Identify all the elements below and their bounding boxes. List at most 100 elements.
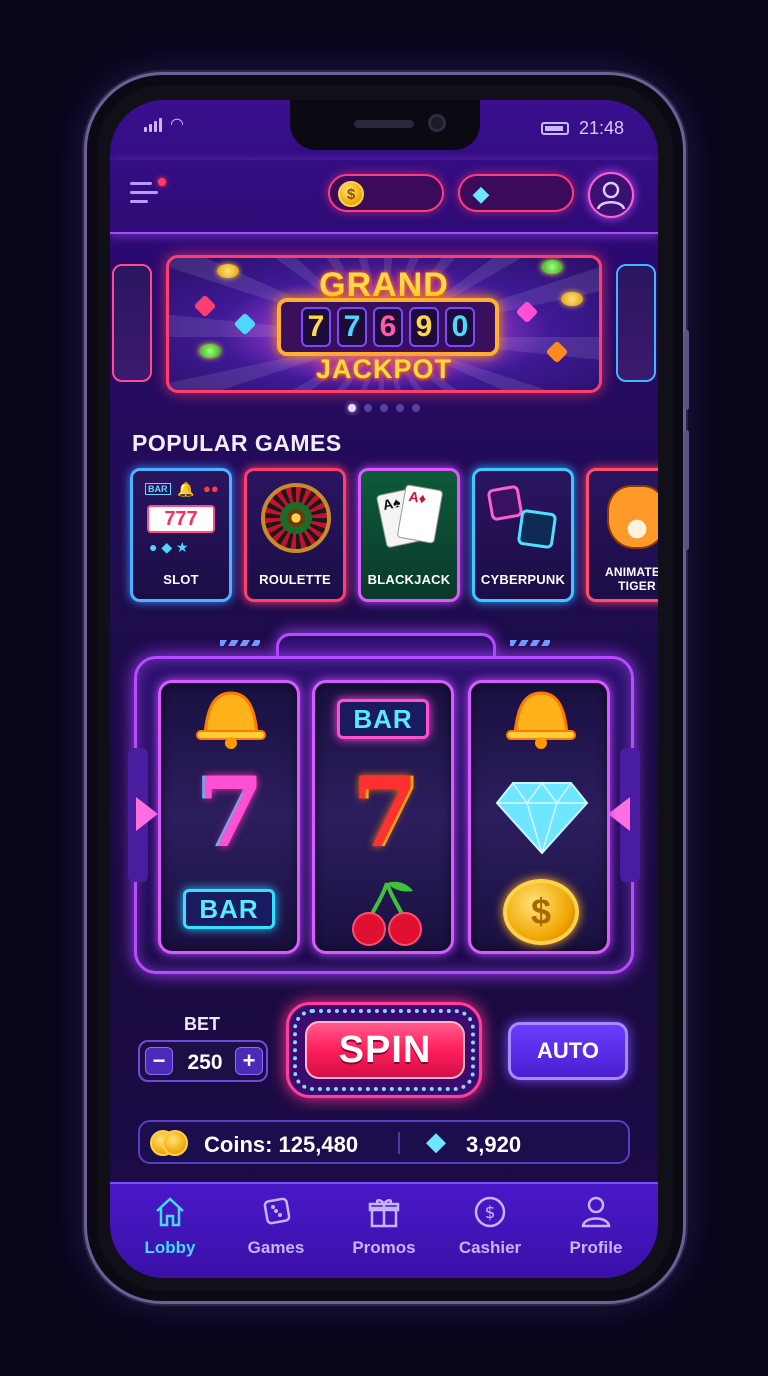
slot-reel-3: $: [468, 680, 610, 954]
carousel-dots: [110, 404, 658, 412]
slot-reel-1: 7 BAR: [158, 680, 300, 954]
home-icon: [152, 1194, 188, 1230]
game-label: BLACKJACK: [367, 572, 451, 587]
section-title-popular-games: POPULAR GAMES: [132, 430, 342, 456]
dice-icon: [258, 1194, 294, 1230]
right-arrow-icon: [608, 797, 630, 831]
slot-art-bar: BAR: [145, 483, 171, 495]
jackpot-digit: 6: [373, 307, 403, 347]
coin-icon: [162, 1130, 188, 1156]
slot-sevens-icon: 777: [147, 505, 215, 533]
tab-label: Promos: [352, 1238, 416, 1257]
game-card-animated-tiger[interactable]: ANIMATED TIGER: [586, 468, 658, 602]
banner-next-peek[interactable]: [616, 264, 656, 382]
jackpot-title-bottom: JACKPOT: [315, 354, 452, 384]
cherry-icon: [347, 877, 427, 949]
gift-icon: [366, 1194, 402, 1230]
gems-icon: ● ◆ ★: [149, 539, 189, 555]
notification-dot: [158, 178, 166, 186]
coin-balance-pill[interactable]: $: [328, 174, 444, 212]
roulette-wheel-icon: [257, 481, 333, 557]
grand-jackpot-banner[interactable]: GRAND 7 7 6 9 0 JACKPOT: [166, 255, 602, 393]
auto-button[interactable]: AUTO: [508, 1022, 628, 1080]
slot-reel-2: BAR 7: [312, 680, 454, 954]
tab-cashier[interactable]: $ Cashier: [440, 1194, 540, 1258]
carousel-dot[interactable]: [396, 404, 404, 412]
gold-coin-icon: $: [503, 879, 579, 945]
balance-bar: Coins: 125,480 ◆ 3,920: [138, 1120, 630, 1164]
game-card-blackjack[interactable]: A♠ A♦ BLACKJACK: [358, 468, 460, 602]
jackpot-counter: 7 7 6 9 0: [277, 298, 499, 356]
carousel-dot[interactable]: [380, 404, 388, 412]
carousel-dot[interactable]: [348, 404, 356, 412]
tab-profile[interactable]: Profile: [546, 1194, 646, 1258]
popular-games-row: BAR 🔔 ●● 777 ● ◆ ★ SLOT ROULETTE A♠ A♦ B…: [130, 468, 658, 604]
signal-icon: [144, 118, 162, 132]
coins-balance: Coins: 125,480: [204, 1132, 359, 1157]
game-card-cyberpunk[interactable]: CYBERPUNK: [472, 468, 574, 602]
carousel-dot[interactable]: [412, 404, 420, 412]
tab-label: Cashier: [458, 1238, 522, 1257]
app-screen: ◠ 21:48 $ ◆ GRAND 7 7 6 9 0 JACKPOT POPU…: [110, 100, 658, 1278]
left-arrow-icon: [136, 797, 158, 831]
tab-label: Profile: [569, 1238, 623, 1257]
game-card-roulette[interactable]: ROULETTE: [244, 468, 346, 602]
speaker: [354, 120, 414, 128]
seven-symbol: 7: [197, 756, 265, 869]
top-bar: $ ◆: [110, 160, 658, 234]
spin-button-frame: SPIN: [286, 1002, 482, 1098]
person-icon: [578, 1194, 614, 1230]
wifi-icon: ◠: [170, 116, 184, 133]
slot-art: BAR 🔔 ●● 777 ● ◆ ★: [143, 481, 219, 557]
seven-symbol: 7: [351, 756, 419, 869]
front-camera: [428, 114, 446, 132]
jackpot-digit: 9: [409, 307, 439, 347]
tab-promos[interactable]: Promos: [334, 1194, 434, 1258]
divider: [398, 1132, 400, 1154]
bar-symbol: BAR: [183, 889, 275, 929]
tab-lobby[interactable]: Lobby: [120, 1194, 220, 1258]
user-icon: [596, 181, 626, 210]
status-right: 21:48: [540, 118, 624, 139]
bet-value: 250: [187, 1051, 223, 1074]
jackpot-digit: 7: [301, 307, 331, 347]
game-card-slot[interactable]: BAR 🔔 ●● 777 ● ◆ ★ SLOT: [130, 468, 232, 602]
bet-label: BET: [184, 1014, 220, 1034]
jackpot-digit: 0: [445, 307, 475, 347]
banner-prev-peek[interactable]: [112, 264, 152, 382]
bet-increase-button[interactable]: +: [235, 1047, 263, 1075]
volume-button: [684, 330, 689, 410]
tiger-icon: [599, 481, 658, 557]
coin-icon: $: [338, 181, 364, 207]
game-label: ROULETTE: [259, 572, 331, 587]
machine-stripe: [510, 640, 550, 646]
diamond-icon: ◆: [472, 181, 490, 206]
carousel-dot[interactable]: [364, 404, 372, 412]
menu-icon[interactable]: [130, 178, 166, 208]
bell-icon: [189, 689, 273, 751]
bell-icon: 🔔: [177, 481, 195, 497]
game-label: CYBERPUNK: [480, 572, 566, 587]
gems-balance: 3,920: [466, 1132, 522, 1157]
bet-stepper: − 250 +: [138, 1040, 268, 1082]
bottom-nav: Lobby Games Promos $ Cashier Profile: [110, 1182, 658, 1278]
playing-cards-icon: A♠ A♦: [371, 481, 447, 557]
gem-balance-pill[interactable]: ◆: [458, 174, 574, 212]
diamond-icon: [495, 777, 589, 857]
tab-label: Games: [247, 1238, 305, 1257]
power-button: [684, 430, 689, 550]
jackpot-digit: 7: [337, 307, 367, 347]
bet-decrease-button[interactable]: −: [145, 1047, 173, 1075]
svg-text:$: $: [485, 1203, 496, 1223]
machine-stripe: [220, 640, 260, 646]
status-left: ◠: [144, 116, 184, 133]
diamond-icon: ◆: [426, 1126, 446, 1156]
bar-symbol: BAR: [337, 699, 429, 739]
bell-icon: [499, 689, 583, 751]
tab-label: Lobby: [144, 1238, 196, 1257]
spin-button[interactable]: SPIN: [305, 1021, 465, 1079]
profile-avatar[interactable]: [588, 172, 634, 218]
notch: [290, 100, 480, 150]
cherry-icon: ●●: [203, 481, 219, 496]
tab-games[interactable]: Games: [226, 1194, 326, 1258]
